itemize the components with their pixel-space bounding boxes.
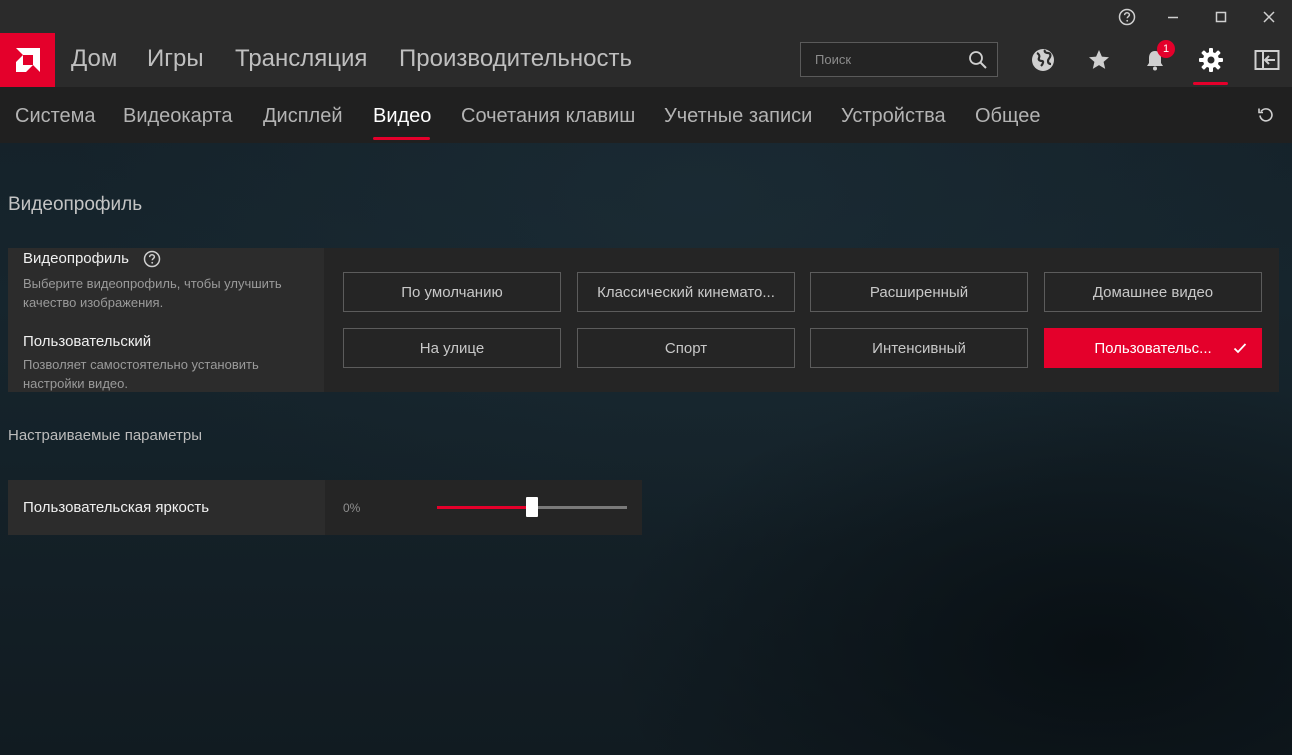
help-icon[interactable] — [143, 250, 161, 268]
tab-general[interactable]: Общее — [975, 105, 1041, 128]
search-input[interactable] — [815, 52, 965, 67]
settings-gear-icon[interactable] — [1193, 42, 1229, 78]
search-box — [800, 42, 998, 77]
nav-item-home[interactable]: Дом — [71, 45, 117, 73]
brightness-slider-thumb[interactable] — [526, 497, 538, 517]
title-bar — [0, 0, 1292, 33]
checkmark-icon — [1233, 341, 1247, 359]
tab-accounts[interactable]: Учетные записи — [664, 105, 812, 128]
video-profile-description: Выберите видеопрофиль, чтобы улучшить ка… — [23, 276, 282, 310]
video-profile-panel: Видеопрофиль Выберите видеопрофиль, чтоб… — [8, 248, 1279, 392]
search-icon[interactable] — [968, 50, 988, 75]
nav-item-streaming[interactable]: Трансляция — [235, 45, 367, 73]
brightness-label-cell: Пользовательская яркость — [8, 480, 325, 535]
brightness-panel: Пользовательская яркость 0% — [8, 480, 642, 535]
nav-item-games[interactable]: Игры — [147, 45, 204, 73]
tab-hotkeys[interactable]: Сочетания клавиш — [461, 105, 635, 128]
profile-button-home-video[interactable]: Домашнее видео — [1044, 272, 1262, 312]
profile-button-custom[interactable]: Пользовательс... — [1044, 328, 1262, 368]
maximize-icon[interactable] — [1198, 0, 1244, 33]
brightness-slider-fill — [437, 506, 532, 509]
nav-item-performance[interactable]: Производительность — [399, 45, 632, 73]
tab-system[interactable]: Система — [15, 105, 96, 128]
tab-graphics-card[interactable]: Видеокарта — [123, 105, 232, 128]
current-profile-description: Позволяет самостоятельно установить наст… — [23, 357, 259, 391]
close-icon[interactable] — [1246, 0, 1292, 33]
star-icon[interactable] — [1081, 42, 1117, 78]
section-title: Видеопрофиль — [8, 194, 143, 215]
amd-logo-icon[interactable] — [0, 33, 55, 87]
current-profile-label: Пользовательский — [23, 333, 152, 350]
tab-display[interactable]: Дисплей — [263, 105, 343, 128]
main-nav: Дом Игры Трансляция Производительность 1 — [0, 33, 1292, 87]
notification-badge: 1 — [1157, 40, 1175, 58]
profile-button-outdoor[interactable]: На улице — [343, 328, 561, 368]
tab-video[interactable]: Видео — [373, 105, 431, 128]
video-profile-info: Видеопрофиль Выберите видеопрофиль, чтоб… — [8, 248, 324, 392]
sidebar-toggle-icon[interactable] — [1249, 42, 1285, 78]
profile-button-vivid[interactable]: Интенсивный — [810, 328, 1028, 368]
custom-params-title: Настраиваемые параметры — [8, 427, 202, 444]
minimize-icon[interactable] — [1150, 0, 1196, 33]
brightness-slider-track[interactable] — [437, 497, 627, 517]
brightness-value: 0% — [343, 501, 361, 515]
tab-video-indicator — [373, 137, 430, 140]
reset-icon[interactable] — [1255, 104, 1277, 126]
notifications-bell-icon[interactable]: 1 — [1137, 40, 1175, 78]
profile-button-classic-cinema[interactable]: Классический кинемато... — [577, 272, 795, 312]
settings-tabs: Система Видеокарта Дисплей Видео Сочетан… — [0, 87, 1292, 143]
tab-devices[interactable]: Устройства — [841, 105, 946, 128]
settings-active-indicator — [1193, 82, 1228, 85]
profile-button-enhanced[interactable]: Расширенный — [810, 272, 1028, 312]
help-circle-icon[interactable] — [1104, 0, 1150, 33]
profile-button-sport[interactable]: Спорт — [577, 328, 795, 368]
profile-button-default[interactable]: По умолчанию — [343, 272, 561, 312]
video-profile-label: Видеопрофиль — [23, 250, 129, 267]
brightness-label: Пользовательская яркость — [23, 499, 210, 516]
globe-icon[interactable] — [1025, 42, 1061, 78]
